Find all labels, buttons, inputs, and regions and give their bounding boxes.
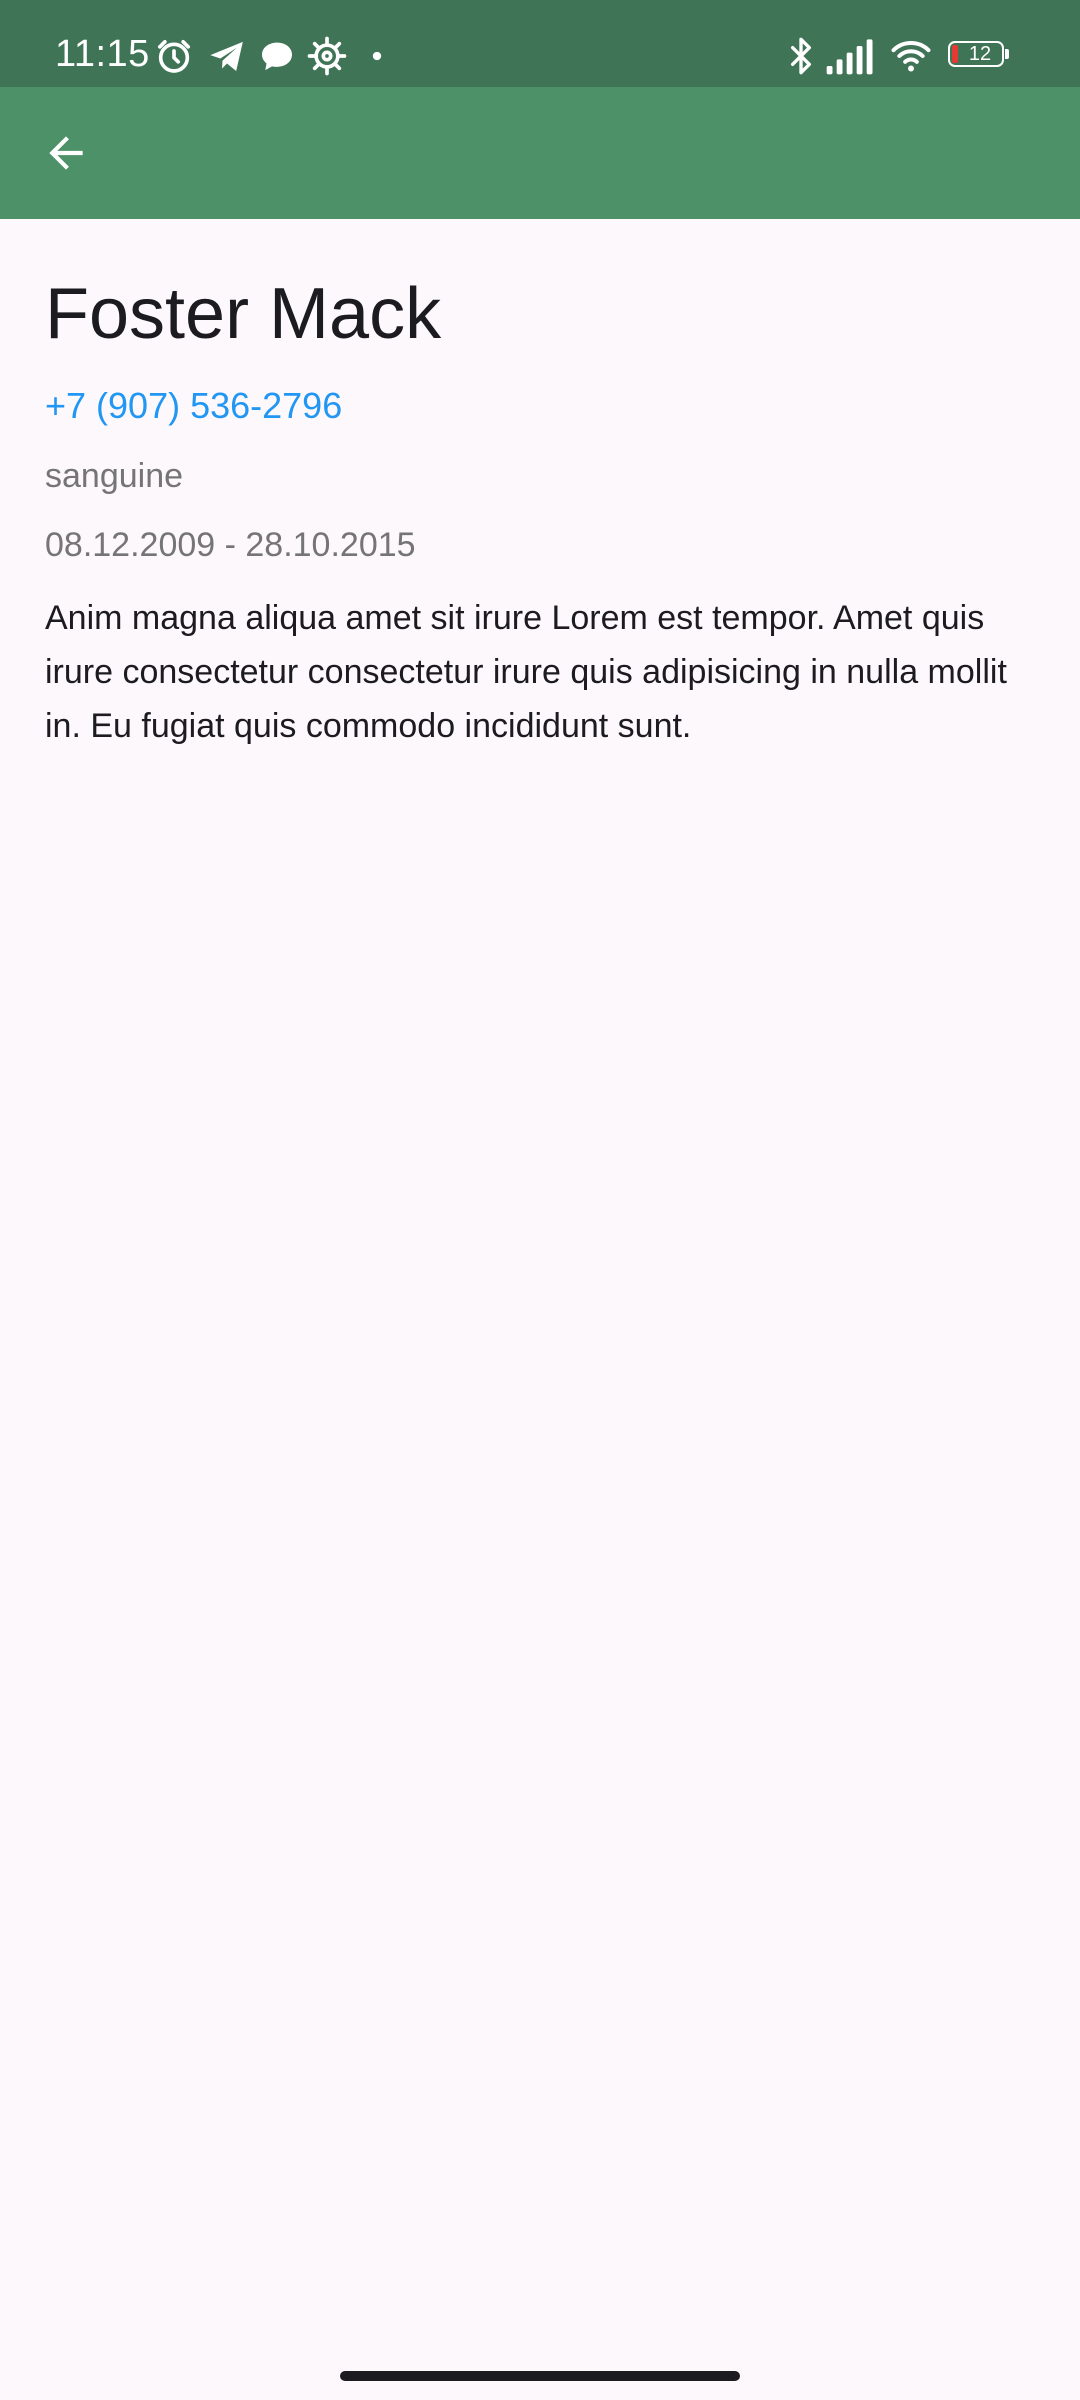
- phone-link[interactable]: +7 (907) 536-2796: [45, 382, 342, 430]
- education-period: 08.12.2009 - 28.10.2015: [45, 526, 416, 564]
- alarm-icon: [154, 36, 194, 76]
- telegram-icon: [207, 36, 247, 76]
- battery-icon: 12: [948, 41, 1010, 71]
- status-bar: 11:15 12: [0, 0, 1080, 87]
- app-bar: [0, 87, 1080, 219]
- battery-cap: [1005, 49, 1009, 59]
- settings-icon: [307, 36, 347, 76]
- home-indicator[interactable]: [340, 2371, 740, 2381]
- dot-icon: [357, 36, 397, 76]
- message-icon: [257, 36, 297, 76]
- biography-text: Anim magna aliqua amet sit irure Lorem e…: [45, 599, 1007, 745]
- signal-icon: [824, 36, 876, 76]
- battery-level: 12: [968, 43, 992, 65]
- status-time: 11:15: [55, 33, 150, 75]
- back-button[interactable]: [22, 109, 110, 197]
- arrow-back-icon: [49, 136, 83, 170]
- wifi-icon: [888, 36, 934, 76]
- contact-name: Foster Mack: [45, 274, 442, 354]
- bluetooth-icon: [781, 36, 821, 76]
- temperament-label: sanguine: [45, 457, 184, 495]
